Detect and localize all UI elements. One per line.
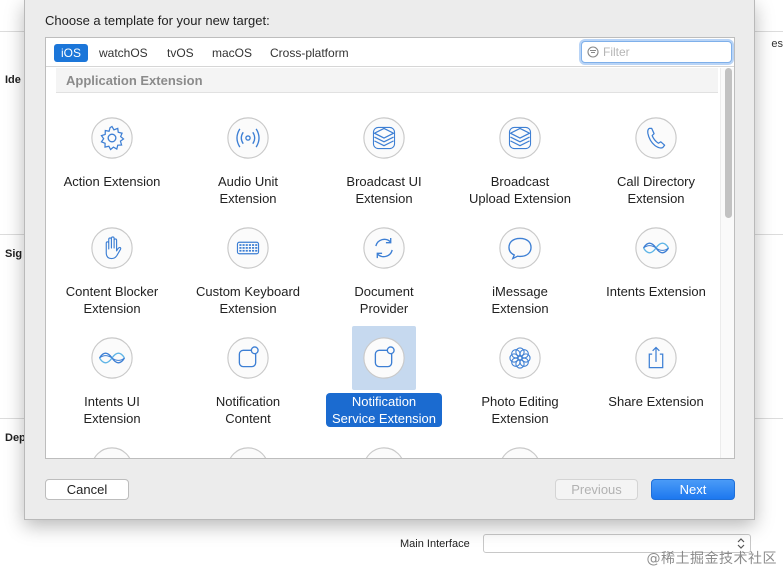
template-item-gear[interactable]: Action Extension [46, 106, 178, 214]
template-label: Photo Editing Extension [481, 394, 559, 426]
template-label-wrap: iMessage Extension [454, 283, 586, 318]
template-label-wrap: Intents Extension [590, 283, 722, 301]
safari-icon [80, 436, 144, 458]
template-label: Action Extension [63, 174, 161, 189]
template-item-audio-waves[interactable]: Audio Unit Extension [182, 106, 314, 214]
template-item-share[interactable]: Share Extension [590, 326, 722, 434]
background-divider [0, 418, 24, 419]
gear-icon [80, 106, 144, 170]
template-item-siri-waves[interactable]: Intents Extension [590, 216, 722, 324]
template-label-wrap: Custom Keyboard Extension [182, 283, 314, 318]
template-label: Intents Extension [606, 284, 706, 299]
scrollbar-thumb[interactable] [725, 68, 732, 218]
template-item-keyboard[interactable]: Custom Keyboard Extension [182, 216, 314, 324]
template-label: Share Extension [608, 394, 704, 409]
template-label: Notification Content [215, 394, 281, 426]
grid-icon [352, 436, 416, 458]
template-label: Call Directory Extension [616, 174, 695, 206]
notification-icon [352, 326, 416, 390]
audio-waves-icon [216, 106, 280, 170]
template-label-wrap: Action Extension [46, 173, 178, 191]
template-item-speech-bubble[interactable]: iMessage Extension [454, 216, 586, 324]
template-label-wrap: Broadcast UI Extension [318, 173, 450, 208]
template-label: Audio Unit Extension [218, 174, 278, 206]
template-label-wrap: Audio Unit Extension [182, 173, 314, 208]
template-label-wrap: Document Provider [318, 283, 450, 318]
template-item-flower[interactable]: Photo Editing Extension [454, 326, 586, 434]
template-label: Intents UI Extension [83, 394, 141, 426]
phone-icon [624, 106, 688, 170]
siri-waves-icon [624, 216, 688, 280]
template-label: Notification Service Extension [325, 393, 443, 427]
circle-icon [216, 436, 280, 458]
vertical-scrollbar[interactable] [720, 68, 734, 458]
template-item-circle[interactable] [182, 436, 314, 458]
template-item-siri-waves[interactable]: Intents UI Extension [46, 326, 178, 434]
signing-section-label: Sig [5, 248, 23, 260]
template-label-wrap: Intents UI Extension [46, 393, 178, 428]
template-label: Content Blocker Extension [65, 284, 159, 316]
previous-button[interactable]: Previous [555, 479, 638, 500]
template-item-calendar[interactable]: 17 [454, 436, 586, 458]
template-label: Broadcast UI Extension [346, 174, 422, 206]
template-label-wrap: Notification Content [182, 393, 314, 428]
template-item-notification[interactable]: Notification Content [182, 326, 314, 434]
template-grid: Action Extension Audio Unit Extension Broa… [46, 38, 722, 458]
template-label: Document Provider [354, 284, 414, 316]
template-panel: iOS watchOS tvOS macOS Cross-platform Ap… [45, 37, 735, 459]
template-label-wrap: Notification Service Extension [318, 393, 450, 428]
watermark: @稀土掘金技术社区 [646, 551, 777, 567]
main-interface-label: Main Interface [400, 538, 470, 550]
sync-icon [352, 216, 416, 280]
deployment-section-label: Dep [5, 432, 24, 444]
background-divider [753, 418, 783, 419]
template-label: iMessage Extension [491, 284, 549, 316]
background-divider [0, 234, 24, 235]
template-item-grid[interactable] [318, 436, 450, 458]
sheet-title: Choose a template for your new target: [45, 13, 270, 28]
template-item-layers[interactable]: Broadcast UI Extension [318, 106, 450, 214]
template-item-layers[interactable]: Broadcast Upload Extension [454, 106, 586, 214]
template-label: Broadcast Upload Extension [469, 174, 571, 206]
calendar-icon: 17 [488, 436, 552, 458]
template-item-hand[interactable]: Content Blocker Extension [46, 216, 178, 324]
notification-icon [216, 326, 280, 390]
siri-waves-icon [80, 326, 144, 390]
background-divider [753, 234, 783, 235]
hand-icon [80, 216, 144, 280]
cancel-button[interactable]: Cancel [45, 479, 129, 500]
identity-section-label: Ide [5, 74, 21, 86]
next-button[interactable]: Next [651, 479, 735, 500]
speech-bubble-icon [488, 216, 552, 280]
template-label-wrap: Share Extension [590, 393, 722, 411]
layers-icon [488, 106, 552, 170]
template-label: Custom Keyboard Extension [195, 284, 301, 316]
flower-icon [488, 326, 552, 390]
background-tab-fragment: es [771, 38, 783, 50]
template-label-wrap: Content Blocker Extension [46, 283, 178, 318]
template-item-notification[interactable]: Notification Service Extension [318, 326, 450, 434]
template-label-wrap: Broadcast Upload Extension [454, 173, 586, 208]
keyboard-icon [216, 216, 280, 280]
template-item-safari[interactable] [46, 436, 178, 458]
template-label-wrap: Photo Editing Extension [454, 393, 586, 428]
layers-icon [352, 106, 416, 170]
share-icon [624, 326, 688, 390]
template-label-wrap: Call Directory Extension [590, 173, 722, 208]
template-item-phone[interactable]: Call Directory Extension [590, 106, 722, 214]
template-chooser-sheet: Choose a template for your new target: i… [24, 0, 755, 520]
template-item-sync[interactable]: Document Provider [318, 216, 450, 324]
